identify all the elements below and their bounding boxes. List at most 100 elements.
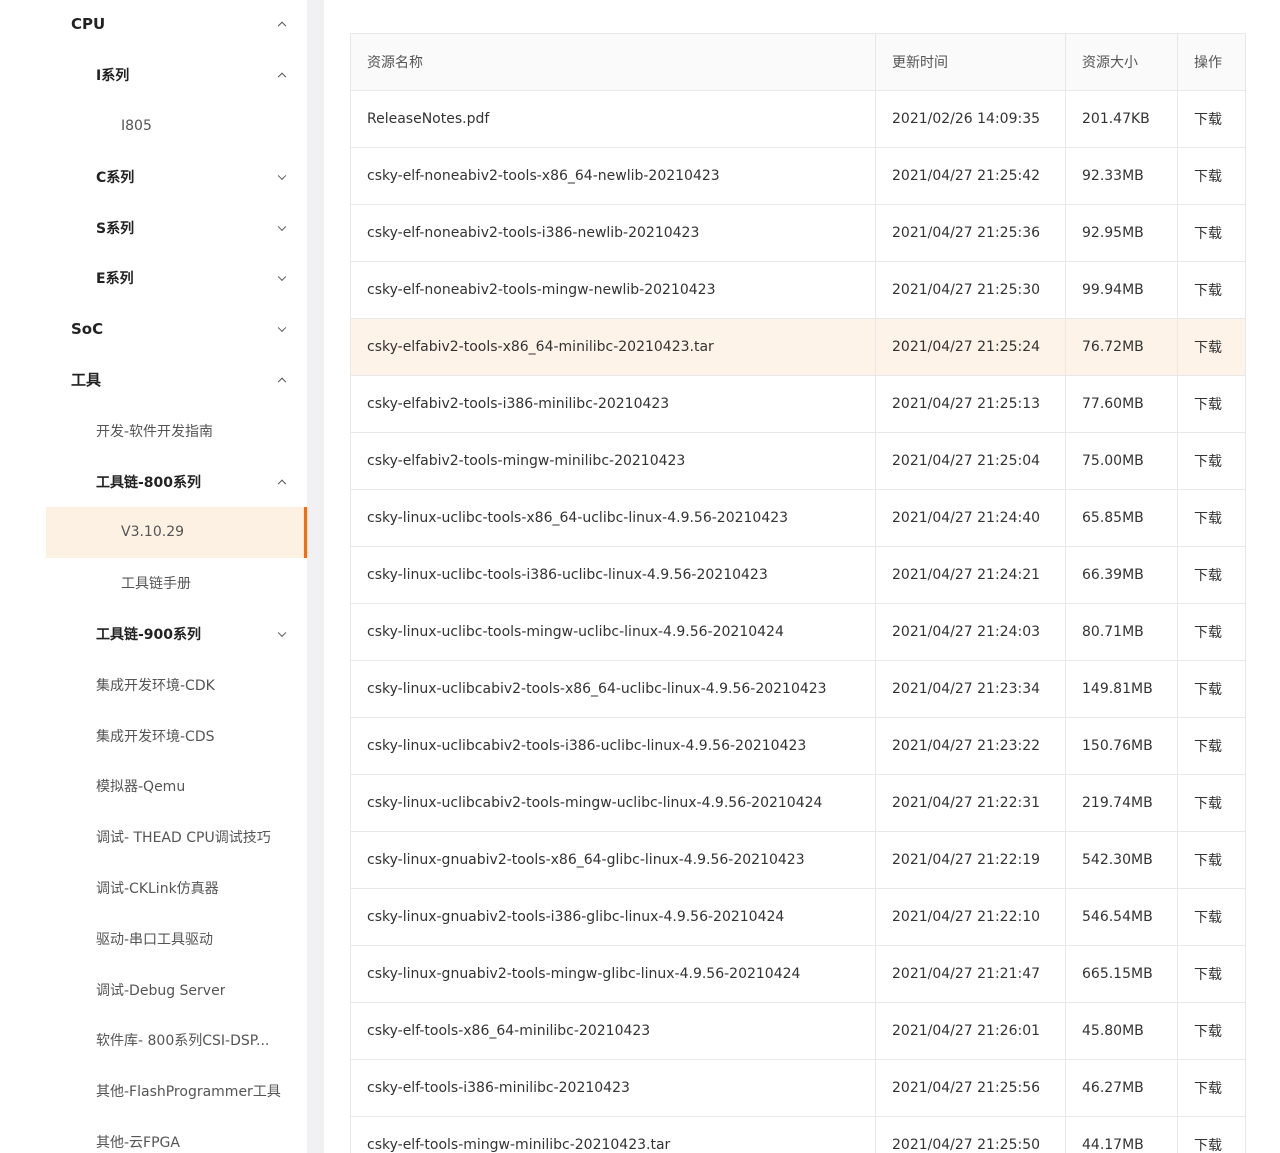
download-link[interactable]: 下载	[1177, 489, 1246, 547]
resource-size-cell: 44.17MB	[1065, 1116, 1178, 1153]
sidebar-item-label: 集成开发环境-CDS	[96, 728, 215, 745]
table-row: csky-linux-uclibc-tools-x86_64-uclibc-li…	[350, 489, 1246, 547]
column-header-time[interactable]: 更新时间	[875, 33, 1066, 91]
table-row: csky-linux-uclibc-tools-i386-uclibc-linu…	[350, 546, 1246, 604]
update-time-cell: 2021/04/27 21:25:04	[875, 432, 1066, 490]
sidebar-item[interactable]: 其他-云FPGA	[0, 1117, 307, 1153]
sidebar-item[interactable]: I系列	[0, 50, 307, 101]
resource-size-cell: 149.81MB	[1065, 660, 1178, 718]
download-link[interactable]: 下载	[1177, 660, 1246, 718]
update-time-cell: 2021/04/27 21:23:22	[875, 717, 1066, 775]
sidebar-item[interactable]: E系列	[0, 253, 307, 304]
sidebar-item-label: CPU	[71, 15, 106, 34]
resource-size-cell: 665.15MB	[1065, 945, 1178, 1003]
download-link[interactable]: 下载	[1177, 945, 1246, 1003]
chevron-down-icon[interactable]	[277, 222, 287, 231]
download-link[interactable]: 下载	[1177, 603, 1246, 661]
download-link[interactable]: 下载	[1177, 318, 1246, 376]
sidebar-item[interactable]: 工具链-900系列	[0, 609, 307, 660]
resource-name-cell: csky-elf-tools-i386-minilibc-20210423	[350, 1059, 876, 1117]
update-time-cell: 2021/04/27 21:25:50	[875, 1116, 1066, 1153]
resource-size-cell: 542.30MB	[1065, 831, 1178, 889]
sidebar-item[interactable]: 集成开发环境-CDS	[0, 710, 307, 761]
sidebar-item[interactable]: CPU	[0, 0, 307, 50]
download-link[interactable]: 下载	[1177, 888, 1246, 946]
table-header-row: 资源名称 更新时间 资源大小 操作	[350, 33, 1246, 91]
download-link[interactable]: 下载	[1177, 831, 1246, 889]
chevron-down-icon[interactable]	[277, 323, 287, 333]
download-link[interactable]: 下载	[1177, 90, 1246, 148]
sidebar-item[interactable]: V3.10.29	[46, 506, 307, 558]
sidebar-item[interactable]: 驱动-串口工具驱动	[0, 913, 307, 964]
chevron-up-icon[interactable]	[277, 377, 287, 387]
table-row: csky-elfabiv2-tools-i386-minilibc-202104…	[350, 375, 1246, 433]
download-link[interactable]: 下载	[1177, 375, 1246, 433]
table-row: csky-elf-noneabiv2-tools-i386-newlib-202…	[350, 204, 1246, 262]
resource-size-cell: 219.74MB	[1065, 774, 1178, 832]
resource-size-cell: 75.00MB	[1065, 432, 1178, 490]
sidebar-item[interactable]: 工具	[0, 355, 307, 406]
sidebar-item[interactable]: 调试-Debug Server	[0, 964, 307, 1015]
sidebar-item[interactable]: SoC	[0, 304, 307, 355]
sidebar-item[interactable]: 集成开发环境-CDK	[0, 659, 307, 710]
table-body: ReleaseNotes.pdf 2021/02/26 14:09:35 201.4…	[350, 90, 1246, 1153]
resource-size-cell: 80.71MB	[1065, 603, 1178, 661]
update-time-cell: 2021/04/27 21:26:01	[875, 1002, 1066, 1060]
update-time-cell: 2021/04/27 21:21:47	[875, 945, 1066, 1003]
sidebar-item[interactable]: C系列	[0, 151, 307, 202]
sidebar-item[interactable]: 模拟器-Qemu	[0, 761, 307, 812]
update-time-cell: 2021/04/27 21:25:36	[875, 204, 1066, 262]
table-row: csky-elf-noneabiv2-tools-mingw-newlib-20…	[350, 261, 1246, 319]
sidebar-item[interactable]: I805	[0, 101, 307, 152]
sidebar-item-label: 其他-云FPGA	[96, 1134, 180, 1151]
table-row: csky-linux-uclibcabiv2-tools-mingw-uclib…	[350, 774, 1246, 832]
download-link[interactable]: 下载	[1177, 147, 1246, 205]
download-link[interactable]: 下载	[1177, 546, 1246, 604]
chevron-down-icon[interactable]	[277, 171, 287, 180]
sidebar-item-label: S系列	[96, 220, 135, 237]
resource-name-cell: csky-linux-uclibc-tools-x86_64-uclibc-li…	[350, 489, 876, 547]
resource-name-cell: csky-elf-tools-x86_64-minilibc-20210423	[350, 1002, 876, 1060]
sidebar-item-label: 其他-FlashProgrammer工具	[96, 1084, 281, 1101]
resource-size-cell: 77.60MB	[1065, 375, 1178, 433]
resource-name-cell: csky-linux-uclibcabiv2-tools-x86_64-ucli…	[350, 660, 876, 718]
resource-size-cell: 76.72MB	[1065, 318, 1178, 376]
chevron-down-icon[interactable]	[277, 272, 287, 282]
download-link[interactable]: 下载	[1177, 1116, 1246, 1153]
update-time-cell: 2021/04/27 21:23:34	[875, 660, 1066, 718]
table-row: csky-linux-gnuabiv2-tools-i386-glibc-lin…	[350, 888, 1246, 946]
sidebar-item[interactable]: 软件库- 800系列CSI-DSP...	[0, 1015, 307, 1066]
download-link[interactable]: 下载	[1177, 1059, 1246, 1117]
chevron-up-icon[interactable]	[277, 21, 287, 31]
sidebar-item[interactable]: 开发-软件开发指南	[0, 405, 307, 456]
sidebar-item[interactable]: 其他-FlashProgrammer工具	[0, 1066, 307, 1117]
column-header-name[interactable]: 资源名称	[350, 33, 876, 91]
resource-size-cell: 66.39MB	[1065, 546, 1178, 604]
sidebar-item-label: 调试-CKLink仿真器	[96, 880, 219, 897]
resource-table: 资源名称 更新时间 资源大小 操作 ReleaseNotes.pdf 2021/0…	[350, 33, 1246, 1153]
update-time-cell: 2021/04/27 21:25:42	[875, 147, 1066, 205]
resource-name-cell: csky-linux-uclibc-tools-i386-uclibc-linu…	[350, 546, 876, 604]
sidebar-item-label: 工具链-800系列	[96, 474, 202, 491]
download-link[interactable]: 下载	[1177, 774, 1246, 832]
chevron-down-icon[interactable]	[277, 628, 287, 637]
download-link[interactable]: 下载	[1177, 432, 1246, 490]
download-link[interactable]: 下载	[1177, 204, 1246, 262]
sidebar-item[interactable]: 调试- THEAD CPU调试技巧	[0, 812, 307, 863]
download-link[interactable]: 下载	[1177, 1002, 1246, 1060]
download-link[interactable]: 下载	[1177, 261, 1246, 319]
resource-size-cell: 92.33MB	[1065, 147, 1178, 205]
sidebar-item-label: 集成开发环境-CDK	[96, 677, 215, 694]
update-time-cell: 2021/04/27 21:24:40	[875, 489, 1066, 547]
sidebar-item[interactable]: 工具链手册	[0, 558, 307, 609]
download-link[interactable]: 下载	[1177, 717, 1246, 775]
chevron-up-icon[interactable]	[277, 72, 287, 82]
sidebar-item[interactable]: 工具链-800系列	[0, 456, 307, 507]
sidebar-item[interactable]: S系列	[0, 202, 307, 253]
resource-size-cell: 99.94MB	[1065, 261, 1178, 319]
chevron-up-icon[interactable]	[277, 479, 287, 488]
table-row: ReleaseNotes.pdf 2021/02/26 14:09:35 201.4…	[350, 90, 1246, 148]
sidebar-item-label: 模拟器-Qemu	[96, 779, 186, 796]
sidebar-item[interactable]: 调试-CKLink仿真器	[0, 863, 307, 914]
column-header-size[interactable]: 资源大小	[1065, 33, 1178, 91]
